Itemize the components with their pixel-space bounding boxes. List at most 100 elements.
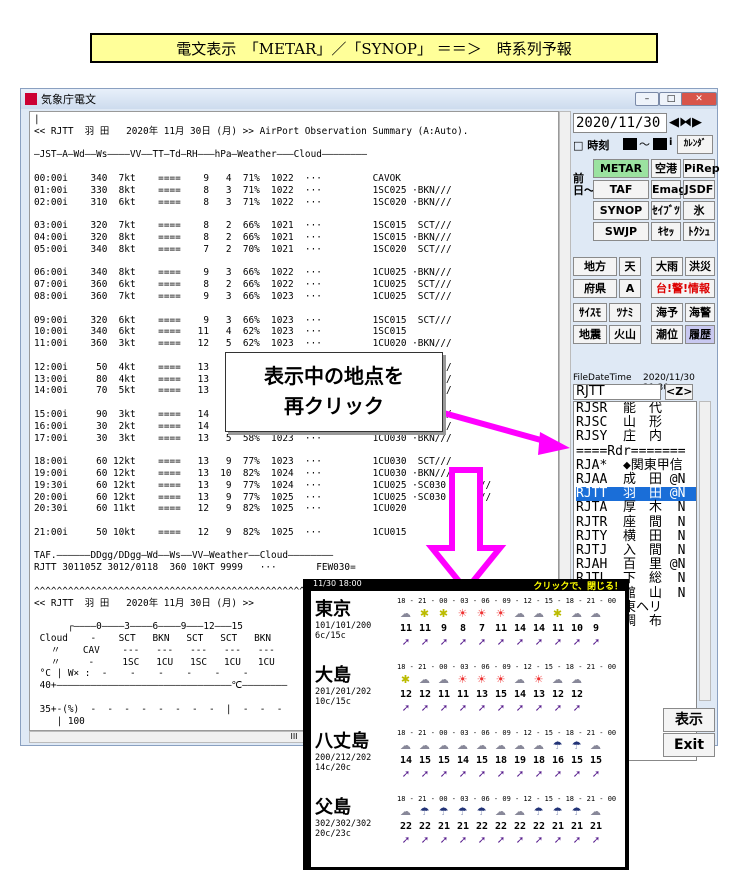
station-code: 302/302/302 [315,819,372,829]
cloud-icon: ☁ [419,739,430,752]
wind-arrow-icon: ➚ [534,835,544,846]
temp-value: 14 [513,623,527,634]
cloud-icon: ☁ [533,607,544,620]
temp-value: 22 [494,821,508,832]
cloud-icon: ☁ [514,805,525,818]
star-icon: ✱ [552,607,563,620]
station-name: 父島 [315,797,351,818]
rain-icon: ☂ [571,805,582,818]
temp-value: 12 [570,689,584,700]
temp-value: 21 [570,821,584,832]
wind-arrow-icon: ➚ [553,835,563,846]
wind-row: ➚ ➚ ➚ ➚ ➚ ➚ ➚ ➚ ➚ ➚ ➚ [397,835,605,846]
station-code: 200/212/202 [315,753,372,763]
weather-icon-row: ☁ ☁ ☁ ☁ ☁ ☁ ☁ ☁ ☂ ☂ ☁ [397,739,604,752]
wind-arrow-icon: ➚ [496,769,506,780]
wind-arrow-icon: ➚ [458,835,468,846]
temp-value: 14 [513,689,527,700]
station-name: 八丈島 [315,731,369,752]
temp-row: 11 11 9 8 7 11 14 14 11 10 9 [397,623,605,634]
temp-value: 21 [551,821,565,832]
temp-value: 13 [532,689,546,700]
star-icon: ✱ [400,673,411,686]
station-range: 10c/15c [315,697,351,707]
station-range: 20c/23c [315,829,351,839]
wind-arrow-icon: ➚ [591,835,601,846]
wind-arrow-icon: ➚ [496,637,506,648]
temp-value: 15 [437,755,451,766]
wind-arrow-icon: ➚ [401,637,411,648]
sun-icon: ☀ [457,673,468,686]
temp-value: 19 [513,755,527,766]
weather-icon-row: ✱ ☁ ☁ ☀ ☀ ☀ ☁ ☀ ☁ ☁ [397,673,585,686]
wind-row: ➚ ➚ ➚ ➚ ➚ ➚ ➚ ➚ ➚ ➚ [397,703,586,714]
wind-arrow-icon: ➚ [534,637,544,648]
weather-icon-row: ☁ ☂ ☂ ☂ ☂ ☁ ☁ ☂ ☂ ☂ ☁ [397,805,604,818]
temp-value: 11 [418,623,432,634]
temp-value: 22 [418,821,432,832]
wind-arrow-icon: ➚ [439,703,449,714]
temp-value: 21 [437,821,451,832]
wind-arrow-icon: ➚ [458,769,468,780]
temp-value: 12 [551,689,565,700]
station-range: 14c/20c [315,763,351,773]
temp-value: 7 [478,623,486,634]
wind-arrow-icon: ➚ [515,637,525,648]
wind-arrow-icon: ➚ [515,703,525,714]
temp-value: 9 [592,623,600,634]
temp-value: 18 [494,755,508,766]
temp-value: 11 [494,623,508,634]
cloud-icon: ☁ [533,739,544,752]
cloud-icon: ☁ [514,673,525,686]
forecast-popup[interactable]: 11/30 18:00 クリックで、閉じる！ 東京 101/101/200 6c/1… [303,579,629,870]
wind-arrow-icon: ➚ [458,637,468,648]
rain-icon: ☂ [571,739,582,752]
hour-axis: 18 - 21 - 00 - 03 - 06 - 09 - 12 - 15 - … [397,597,617,605]
cloud-icon: ☁ [514,607,525,620]
rain-icon: ☂ [438,805,449,818]
cloud-icon: ☁ [552,673,563,686]
wind-arrow-icon: ➚ [439,835,449,846]
rain-icon: ☂ [552,805,563,818]
temp-value: 22 [532,821,546,832]
wind-arrow-icon: ➚ [496,835,506,846]
temp-value: 9 [440,623,448,634]
wind-arrow-icon: ➚ [591,769,601,780]
temp-value: 12 [399,689,413,700]
wind-arrow-icon: ➚ [420,835,430,846]
rain-icon: ☂ [457,805,468,818]
temp-value: 14 [532,623,546,634]
temp-value: 14 [399,755,413,766]
cloud-icon: ☁ [590,805,601,818]
wind-row: ➚ ➚ ➚ ➚ ➚ ➚ ➚ ➚ ➚ ➚ ➚ [397,637,605,648]
wind-arrow-icon: ➚ [591,637,601,648]
temp-value: 11 [456,689,470,700]
temp-value: 15 [418,755,432,766]
wind-arrow-icon: ➚ [553,637,563,648]
wind-arrow-icon: ➚ [401,769,411,780]
popup-time: 11/30 18:00 [313,579,362,588]
hour-axis: 18 - 21 - 00 - 03 - 06 - 09 - 12 - 15 - … [397,795,617,803]
cloud-icon: ☁ [400,607,411,620]
temp-value: 21 [456,821,470,832]
station-code: 101/101/200 [315,621,372,631]
forecast-station: 東京 101/101/200 6c/15c [315,595,371,641]
temp-value: 15 [589,755,603,766]
wind-arrow-icon: ➚ [572,703,582,714]
forecast-body: 東京 101/101/200 6c/15c 18 - 21 - 00 - 03 - 0… [311,591,625,867]
temp-value: 16 [551,755,565,766]
wind-arrow-icon: ➚ [553,703,563,714]
cloud-icon: ☁ [495,739,506,752]
station-code: 201/201/202 [315,687,372,697]
temp-value: 15 [570,755,584,766]
cloud-icon: ☁ [400,805,411,818]
wind-arrow-icon: ➚ [515,835,525,846]
temp-row: 22 22 21 21 22 22 22 22 21 21 21 [397,821,605,832]
cloud-icon: ☁ [400,739,411,752]
rain-icon: ☂ [476,805,487,818]
wind-arrow-icon: ➚ [420,637,430,648]
wind-arrow-icon: ➚ [534,769,544,780]
temp-value: 11 [437,689,451,700]
wind-arrow-icon: ➚ [515,769,525,780]
weather-icon-row: ☁ ✱ ✱ ☀ ☀ ☀ ☁ ☁ ✱ ☁ ☁ [397,607,604,620]
